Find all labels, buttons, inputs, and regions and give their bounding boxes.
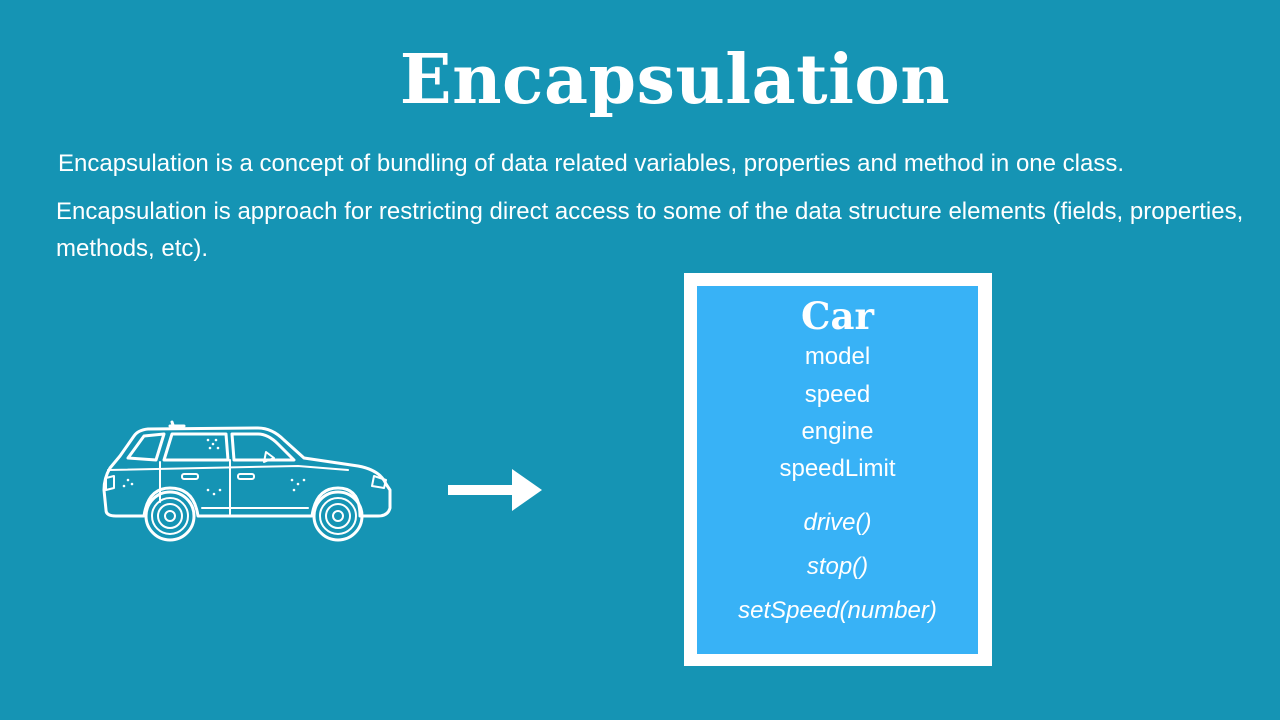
class-method-stop: stop() (806, 553, 869, 580)
description-bundling: Encapsulation is a concept of bundling o… (58, 150, 1125, 177)
class-property-speed-limit: speedLimit (779, 455, 896, 482)
class-name: Car (801, 294, 874, 338)
page-title: Encapsulation (399, 40, 951, 120)
class-property-engine: engine (801, 418, 874, 445)
class-property-speed: speed (804, 381, 871, 408)
class-method-drive: drive() (803, 509, 872, 536)
arrow-right-icon (448, 469, 542, 511)
description-restricting: Encapsulation is approach for restrictin… (56, 198, 1244, 262)
car-class-box: Car model speed engine speedLimit drive(… (684, 273, 992, 666)
class-property-model: model (804, 343, 871, 370)
car-icon (102, 420, 392, 542)
car-class-inner: Car model speed engine speedLimit drive(… (697, 286, 978, 654)
class-method-set-speed: setSpeed(number) (738, 597, 937, 624)
